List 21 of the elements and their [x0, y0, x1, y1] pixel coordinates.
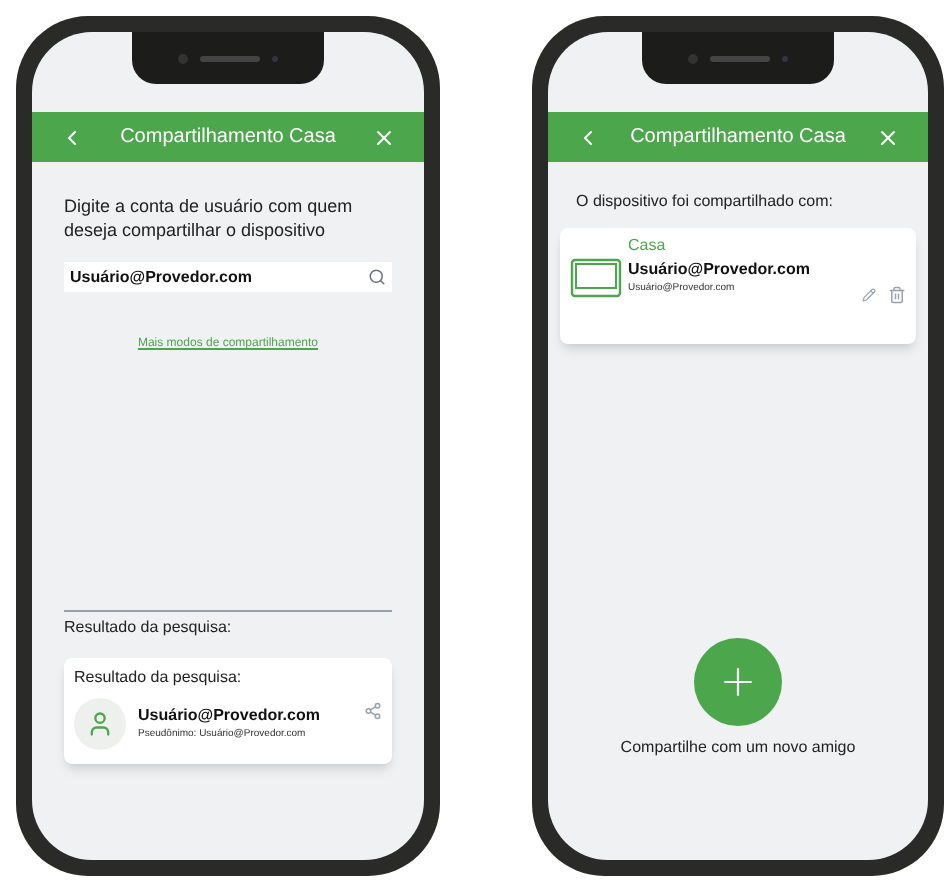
close-icon[interactable]: [875, 125, 900, 149]
add-friend-button[interactable]: [694, 638, 782, 726]
search-value: Usuário@Provedor.com: [70, 265, 252, 289]
header-title: Compartilhamento Casa: [630, 124, 846, 152]
person-icon: [86, 710, 114, 738]
add-friend-label: Compartilhe com um novo amigo: [620, 736, 856, 760]
card-title: Resultado da pesquisa:: [74, 666, 244, 690]
delete-icon[interactable]: [888, 286, 906, 304]
share-icon[interactable]: [364, 702, 382, 720]
room-name: Casa: [628, 234, 668, 258]
user-name: Usuário@Provedor.com: [138, 704, 322, 728]
search-icon[interactable]: [368, 268, 386, 286]
tv-icon: [570, 258, 622, 298]
search-field[interactable]: Usuário@Provedor.com: [64, 262, 392, 292]
user-name: Usuário@Provedor.com: [628, 258, 812, 282]
shared-with-text: O dispositivo foi compartilhado com:: [576, 190, 835, 214]
instruction-text: Digite a conta de usuário com quem deseja compartilhar o dispositivo: [64, 194, 355, 242]
header-title: Compartilhamento Casa: [120, 124, 336, 152]
edit-icon[interactable]: [862, 288, 876, 302]
close-icon[interactable]: [371, 125, 396, 149]
section-label: Resultado da pesquisa:: [64, 616, 234, 640]
